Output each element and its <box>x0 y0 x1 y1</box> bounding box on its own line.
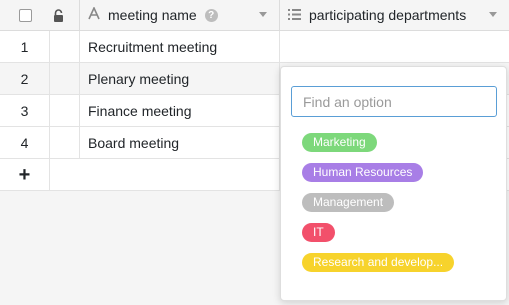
chevron-down-icon[interactable] <box>259 12 267 17</box>
option-research-and-development[interactable]: Research and develop... <box>302 253 455 272</box>
column-header-label: meeting name <box>108 7 197 23</box>
row-lock-cell <box>50 31 80 62</box>
row-number: 2 <box>20 70 29 87</box>
text-type-icon <box>88 6 100 23</box>
table-header: meeting name ? participating departments <box>0 0 509 31</box>
column-header-label: participating departments <box>309 7 467 23</box>
help-icon[interactable]: ? <box>204 8 218 22</box>
option-list: Marketing Human Resources Management IT … <box>302 133 455 283</box>
meeting-name-cell[interactable]: Recruitment meeting <box>80 31 280 62</box>
meeting-name-cell[interactable]: Finance meeting <box>80 95 280 126</box>
add-row-lock-cell <box>50 159 80 190</box>
lock-cell[interactable] <box>38 0 80 30</box>
row-number: 1 <box>20 38 29 55</box>
add-row-cell[interactable] <box>80 159 280 190</box>
column-header-meeting-name[interactable]: meeting name ? <box>80 0 280 30</box>
option-marketing[interactable]: Marketing <box>302 133 377 152</box>
lock-icon[interactable] <box>53 8 64 22</box>
meeting-name-cell[interactable]: Board meeting <box>80 127 280 158</box>
option-selector-popup: Marketing Human Resources Management IT … <box>280 66 507 301</box>
row-number: 3 <box>20 102 29 119</box>
find-option-input[interactable] <box>291 86 497 117</box>
option-management[interactable]: Management <box>302 193 395 212</box>
departments-cell[interactable] <box>280 31 509 62</box>
column-header-participating-departments[interactable]: participating departments <box>280 0 509 30</box>
option-human-resources[interactable]: Human Resources <box>302 163 424 182</box>
chevron-down-icon[interactable] <box>489 12 497 17</box>
row-number: 4 <box>20 134 29 151</box>
row-lock-cell <box>50 95 80 126</box>
add-row-button[interactable]: + <box>19 165 31 185</box>
select-all-checkbox[interactable] <box>18 8 32 22</box>
row-lock-cell <box>50 127 80 158</box>
multi-select-icon <box>288 7 301 23</box>
table-row[interactable]: 1 Recruitment meeting <box>0 31 509 63</box>
meeting-name-cell[interactable]: Plenary meeting <box>80 63 280 94</box>
option-it[interactable]: IT <box>302 223 335 242</box>
row-lock-cell <box>50 63 80 94</box>
